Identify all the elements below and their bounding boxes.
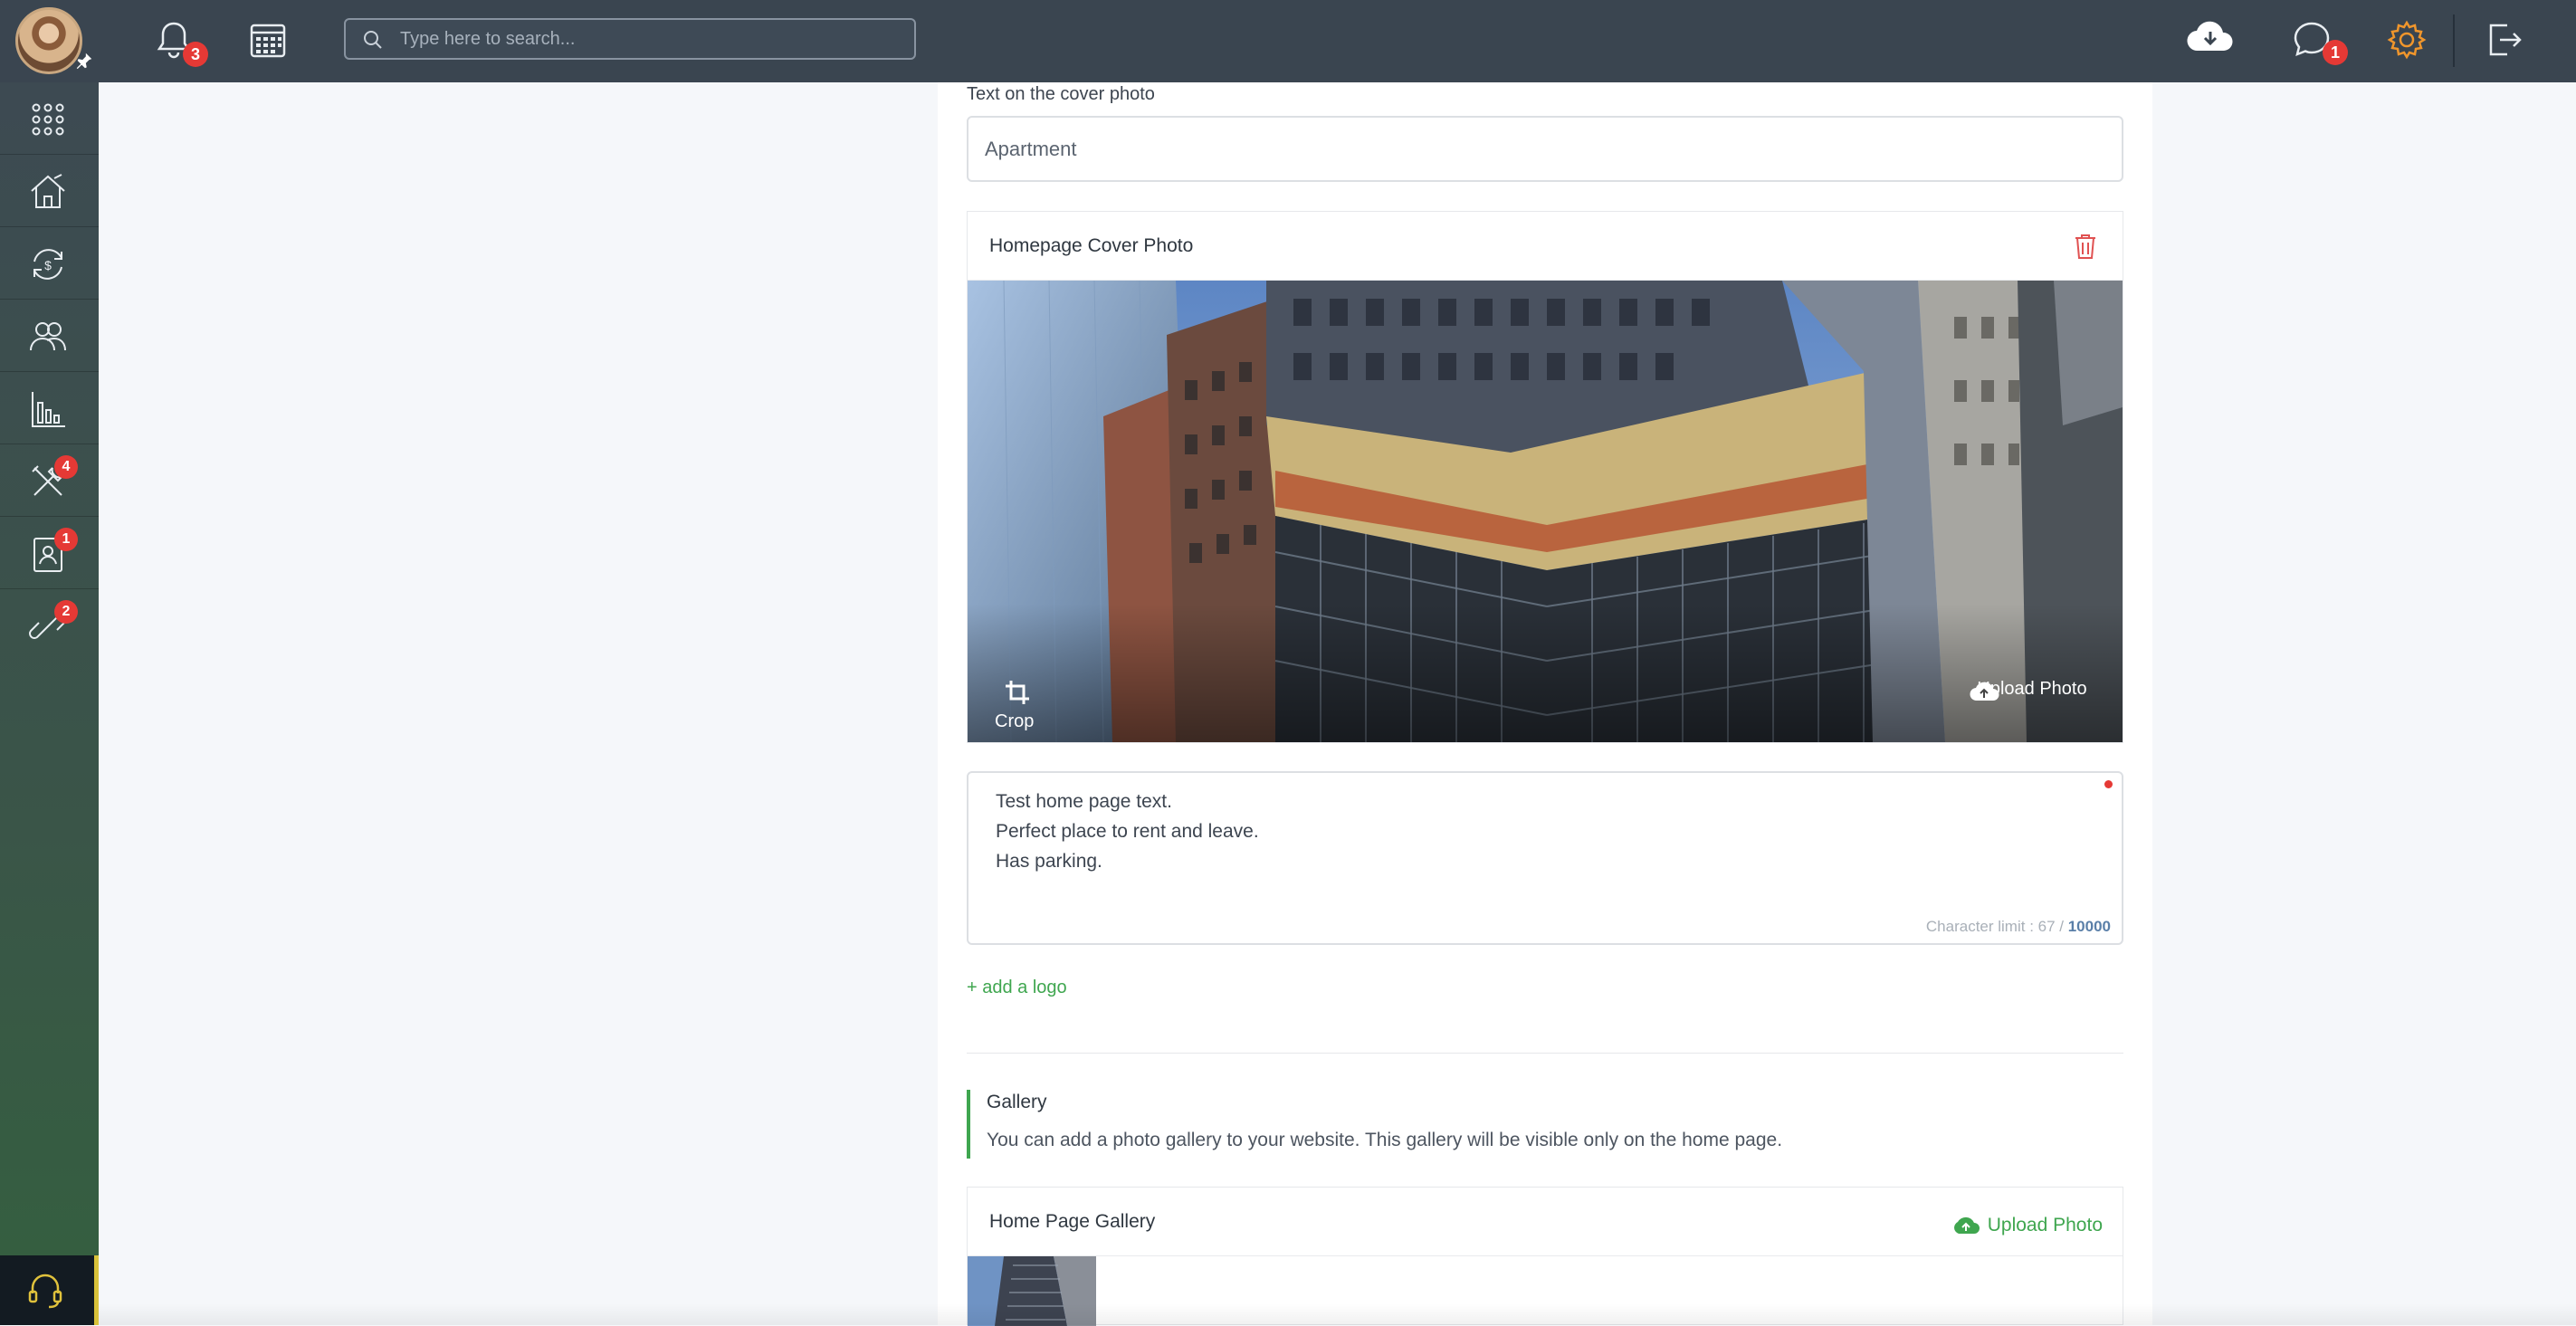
required-indicator — [2104, 780, 2113, 788]
headset-icon — [28, 1274, 62, 1309]
sidebar-item-reports[interactable] — [0, 372, 99, 444]
people-icon — [30, 322, 66, 351]
crop-button[interactable]: Crop — [995, 679, 1049, 733]
settings-gear-icon[interactable] — [2385, 18, 2428, 62]
homepage-text-line: Test home page text. — [996, 791, 1172, 812]
messages-icon[interactable]: 1 — [2290, 18, 2348, 65]
character-limit-text: Character limit : 67 / — [1925, 918, 2068, 935]
trash-icon[interactable] — [2072, 232, 2099, 261]
bar-chart-icon — [32, 392, 65, 427]
cover-upload-photo-button[interactable]: Upload Photo — [1969, 679, 2095, 733]
bottom-shadow — [99, 1303, 2576, 1325]
section-divider — [967, 1053, 2123, 1054]
search-box[interactable] — [344, 18, 916, 60]
gallery-upload-photo-button[interactable]: Upload Photo — [1951, 1209, 2103, 1236]
cover-photo-card: Homepage Cover Photo Crop Upload Photo — [967, 211, 2123, 743]
cover-photo-card-header: Homepage Cover Photo — [968, 212, 2123, 281]
cover-photo-title: Homepage Cover Photo — [989, 235, 1194, 256]
notifications-badge: 3 — [183, 42, 208, 67]
character-limit: Character limit : 67 / 10000 — [1926, 918, 2111, 936]
gallery-card-title: Home Page Gallery — [989, 1211, 1156, 1232]
homepage-text-line: Has parking. — [996, 851, 1102, 872]
apps-grid-icon — [32, 103, 64, 136]
notifications-bell-icon[interactable]: 3 — [152, 18, 208, 67]
support-button[interactable] — [0, 1255, 99, 1325]
user-avatar[interactable] — [15, 7, 82, 74]
gallery-upload-label: Upload Photo — [1987, 1215, 2103, 1235]
sidebar: $ 4 1 2 — [0, 82, 99, 1325]
pin-icon[interactable] — [74, 51, 94, 71]
sidebar-item-maintenance[interactable]: 4 — [0, 444, 99, 517]
gallery-title: Gallery — [987, 1092, 1047, 1112]
gallery-description: You can add a photo gallery to your webs… — [987, 1130, 1783, 1150]
tenants-badge: 1 — [54, 528, 78, 551]
calendar-icon[interactable] — [246, 18, 290, 62]
sidebar-item-tenants[interactable]: 1 — [0, 517, 99, 589]
maintenance-badge: 4 — [54, 455, 78, 479]
search-icon — [364, 31, 382, 49]
building-photo — [968, 281, 2123, 742]
cloud-upload-icon — [1970, 682, 1999, 701]
sidebar-item-properties[interactable] — [0, 155, 99, 227]
svg-text:$: $ — [44, 258, 52, 272]
gallery-card-header: Home Page Gallery Upload Photo — [968, 1188, 2123, 1256]
crop-label: Crop — [995, 711, 1035, 731]
cover-photo-image: Crop Upload Photo — [968, 281, 2123, 742]
character-limit-max: 10000 — [2067, 918, 2111, 935]
sidebar-item-apps[interactable] — [0, 82, 99, 155]
sidebar-item-contacts[interactable] — [0, 300, 99, 372]
sidebar-item-integrations[interactable]: 2 — [0, 589, 99, 662]
cloud-upload-icon — [1953, 1216, 1980, 1234]
logout-icon[interactable] — [2482, 18, 2525, 62]
sidebar-item-finance[interactable]: $ — [0, 227, 99, 300]
search-input[interactable] — [398, 20, 905, 58]
cover-text-input[interactable] — [967, 116, 2123, 182]
gallery-info: Gallery You can add a photo gallery to y… — [967, 1090, 2123, 1159]
top-bar: 3 1 — [0, 0, 2576, 82]
integrations-badge: 2 — [54, 600, 78, 624]
topbar-divider — [2453, 14, 2455, 67]
homepage-text-line: Perfect place to rent and leave. — [996, 821, 1259, 842]
cloud-download-icon[interactable] — [2183, 16, 2237, 60]
crop-icon — [1006, 681, 1029, 704]
messages-badge: 1 — [2323, 40, 2348, 65]
money-cycle-icon: $ — [33, 249, 62, 280]
house-icon — [31, 174, 65, 208]
homepage-text-area[interactable]: Test home page text. Perfect place to re… — [967, 771, 2123, 945]
add-logo-link[interactable]: + add a logo — [967, 978, 1067, 998]
cover-text-label: Text on the cover photo — [967, 84, 1155, 104]
